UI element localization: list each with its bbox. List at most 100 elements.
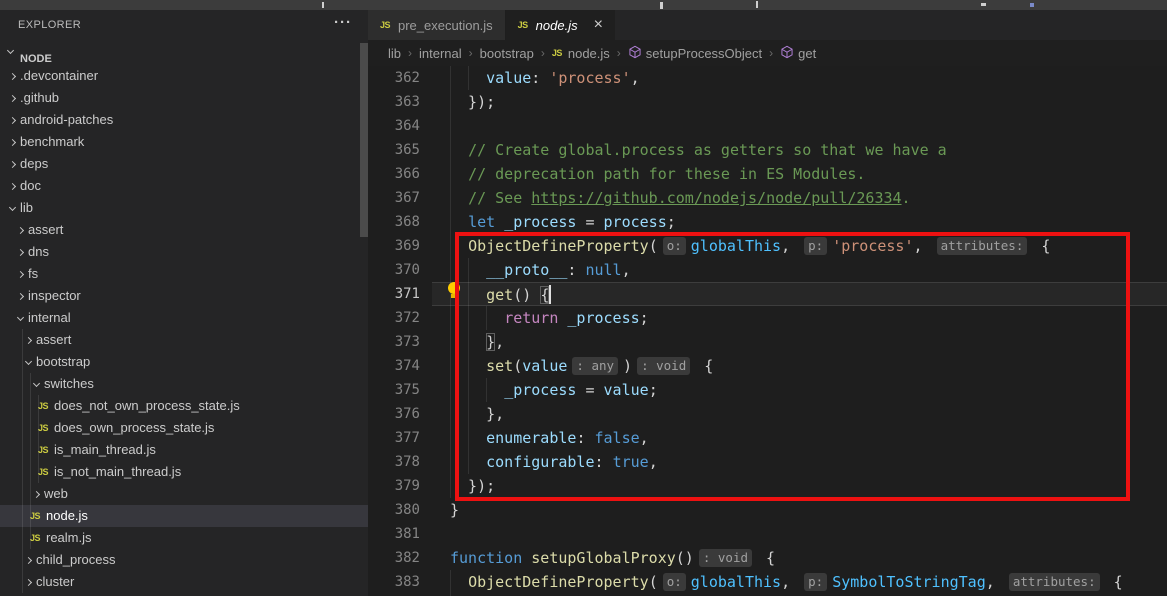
tree-item-does-not-own-process-state-js[interactable]: JSdoes_not_own_process_state.js bbox=[0, 395, 368, 417]
line-number: 364 bbox=[368, 114, 432, 138]
breadcrumb-label: bootstrap bbox=[480, 46, 534, 61]
token: , bbox=[622, 261, 631, 279]
tree-item-assert[interactable]: assert bbox=[0, 219, 368, 241]
tree-item-label: android-patches bbox=[20, 109, 113, 131]
tree-item-doc[interactable]: doc bbox=[0, 175, 368, 197]
code-line-372[interactable]: 372 return _process; bbox=[368, 306, 1167, 330]
code-editor[interactable]: 362 value: 'process',363 });364365 // Cr… bbox=[368, 66, 1167, 596]
tree-item-assert[interactable]: assert bbox=[0, 329, 368, 351]
line-content: }, bbox=[432, 402, 1167, 426]
titlebar-text-artifact bbox=[756, 1, 758, 8]
token: : bbox=[531, 69, 549, 87]
breadcrumb-item-lib[interactable]: lib bbox=[388, 46, 401, 61]
code-line-365[interactable]: 365 // Create global.process as getters … bbox=[368, 138, 1167, 162]
token: // Create global.process as getters so t… bbox=[468, 141, 947, 159]
tree-item-android-patches[interactable]: android-patches bbox=[0, 109, 368, 131]
tree-item-deps[interactable]: deps bbox=[0, 153, 368, 175]
code-line-377[interactable]: 377 enumerable: false, bbox=[368, 426, 1167, 450]
code-line-366[interactable]: 366 // deprecation path for these in ES … bbox=[368, 162, 1167, 186]
tree-item--github[interactable]: .github bbox=[0, 87, 368, 109]
tree-indent-guide bbox=[22, 329, 23, 593]
tree-item-label: benchmark bbox=[20, 131, 84, 153]
tree-item-web[interactable]: web bbox=[0, 483, 368, 505]
code-line-381[interactable]: 381 bbox=[368, 522, 1167, 546]
tree-item-benchmark[interactable]: benchmark bbox=[0, 131, 368, 153]
tree-item-bootstrap[interactable]: bootstrap bbox=[0, 351, 368, 373]
chevron-down-icon bbox=[12, 317, 28, 320]
token: : bbox=[576, 429, 594, 447]
tree-item-internal[interactable]: internal bbox=[0, 307, 368, 329]
inlay-hint: p: bbox=[804, 573, 827, 591]
breadcrumb-label: get bbox=[798, 46, 816, 61]
breadcrumb-item-node-js[interactable]: JSnode.js bbox=[552, 46, 610, 61]
token: _process bbox=[504, 381, 576, 399]
tree-item--devcontainer[interactable]: .devcontainer bbox=[0, 65, 368, 87]
tree-item-lib[interactable]: lib bbox=[0, 197, 368, 219]
code-line-378[interactable]: 378 configurable: true, bbox=[368, 450, 1167, 474]
tree-item-dns[interactable]: dns bbox=[0, 241, 368, 263]
tab-pre-execution-js[interactable]: JSpre_execution.js bbox=[368, 10, 506, 40]
tab-bar: JSpre_execution.jsJSnode.js× bbox=[368, 10, 1167, 40]
code-line-363[interactable]: 363 }); bbox=[368, 90, 1167, 114]
line-content: __proto__: null, bbox=[432, 258, 1167, 282]
breadcrumb-item-get[interactable]: get bbox=[780, 45, 816, 62]
tree-item-is-main-thread-js[interactable]: JSis_main_thread.js bbox=[0, 439, 368, 461]
more-actions-icon[interactable]: ··· bbox=[334, 14, 352, 31]
title-bar bbox=[0, 0, 1167, 10]
tree-item-inspector[interactable]: inspector bbox=[0, 285, 368, 307]
section-label: NODE bbox=[20, 53, 52, 65]
token: ObjectDefineProperty bbox=[468, 573, 649, 591]
breadcrumb-label: node.js bbox=[568, 46, 610, 61]
token: ; bbox=[649, 381, 658, 399]
code-line-374[interactable]: 374 set(value: any): void { bbox=[368, 354, 1167, 378]
tree-item-does-own-process-state-js[interactable]: JSdoes_own_process_state.js bbox=[0, 417, 368, 439]
code-line-373[interactable]: 373 }, bbox=[368, 330, 1167, 354]
close-icon[interactable]: × bbox=[594, 17, 603, 33]
tree-item-fs[interactable]: fs bbox=[0, 263, 368, 285]
tree-item-label: cluster bbox=[36, 571, 74, 593]
line-number: 371 bbox=[368, 282, 432, 306]
line-number: 376 bbox=[368, 402, 432, 426]
vscode-window: EXPLORER ··· NODE .devcontainer.githuban… bbox=[0, 0, 1167, 596]
token: , bbox=[649, 453, 658, 471]
tree-item-label: dns bbox=[28, 241, 49, 263]
tree-item-label: web bbox=[44, 483, 68, 505]
token: function bbox=[450, 549, 522, 567]
code-line-368[interactable]: 368 let _process = process; bbox=[368, 210, 1167, 234]
breadcrumb-item-bootstrap[interactable]: bootstrap bbox=[480, 46, 534, 61]
code-line-379[interactable]: 379 }); bbox=[368, 474, 1167, 498]
sidebar-scrollbar-thumb[interactable] bbox=[360, 43, 368, 237]
token: return bbox=[504, 309, 558, 327]
tree-item-node-js[interactable]: JSnode.js bbox=[0, 505, 368, 527]
token: configurable bbox=[486, 453, 594, 471]
code-line-370[interactable]: 370 __proto__: null, bbox=[368, 258, 1167, 282]
tree-item-realm-js[interactable]: JSrealm.js bbox=[0, 527, 368, 549]
token: ) bbox=[623, 357, 632, 375]
tree-item-label: is_main_thread.js bbox=[54, 439, 156, 461]
tab-node-js[interactable]: JSnode.js× bbox=[506, 10, 615, 40]
line-number: 379 bbox=[368, 474, 432, 498]
tree-item-switches[interactable]: switches bbox=[0, 373, 368, 395]
code-line-371[interactable]: 371 get() { bbox=[368, 282, 1167, 306]
token: } bbox=[450, 501, 459, 519]
breadcrumb-item-setupprocessobject[interactable]: setupProcessObject bbox=[628, 45, 762, 62]
lightbulb-icon[interactable] bbox=[447, 282, 461, 299]
code-line-362[interactable]: 362 value: 'process', bbox=[368, 66, 1167, 90]
line-number: 369 bbox=[368, 234, 432, 258]
token: true bbox=[613, 453, 649, 471]
tree-item-cluster[interactable]: cluster bbox=[0, 571, 368, 593]
code-line-367[interactable]: 367 // See https://github.com/nodejs/nod… bbox=[368, 186, 1167, 210]
code-line-369[interactable]: 369 ObjectDefineProperty(o:globalThis, p… bbox=[368, 234, 1167, 258]
code-line-382[interactable]: 382function setupGlobalProxy(): void { bbox=[368, 546, 1167, 570]
tree-item-is-not-main-thread-js[interactable]: JSis_not_main_thread.js bbox=[0, 461, 368, 483]
code-line-380[interactable]: 380} bbox=[368, 498, 1167, 522]
code-line-375[interactable]: 375 _process = value; bbox=[368, 378, 1167, 402]
tree-item-label: doc bbox=[20, 175, 41, 197]
code-line-383[interactable]: 383 ObjectDefineProperty(o:globalThis, p… bbox=[368, 570, 1167, 594]
code-line-376[interactable]: 376 }, bbox=[368, 402, 1167, 426]
token: , bbox=[781, 237, 799, 255]
tree-item-child-process[interactable]: child_process bbox=[0, 549, 368, 571]
code-line-364[interactable]: 364 bbox=[368, 114, 1167, 138]
breadcrumb-item-internal[interactable]: internal bbox=[419, 46, 462, 61]
token: ObjectDefineProperty bbox=[468, 237, 649, 255]
